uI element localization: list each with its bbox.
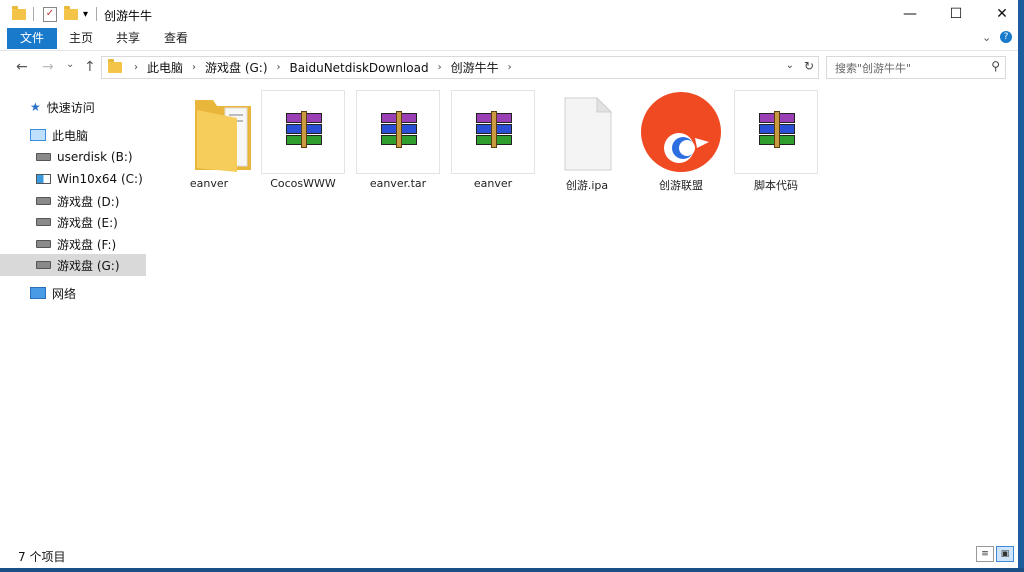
desktop-background	[0, 568, 1024, 572]
properties-icon[interactable]: ✓	[43, 6, 57, 22]
breadcrumb-baidunetdisk[interactable]: BaiduNetdiskDownload	[290, 61, 429, 75]
address-bar[interactable]: › 此电脑 › 游戏盘 (G:) › BaiduNetdiskDownload …	[101, 56, 819, 79]
address-row: ← → ⌄ ↑ › 此电脑 › 游戏盘 (G:) › BaiduNetdiskD…	[0, 51, 1018, 83]
sidebar-item-drive-g[interactable]: 游戏盘 (G:)	[0, 254, 146, 276]
file-name: 创游.ipa	[565, 179, 609, 192]
help-icon[interactable]: ?	[1000, 31, 1012, 43]
breadcrumb-separator: ›	[437, 62, 442, 73]
computer-icon	[30, 129, 46, 141]
sidebar-item-label: 游戏盘 (D:)	[57, 194, 120, 209]
file-item-archive[interactable]: eanver.tar	[355, 90, 441, 190]
search-icon[interactable]: ⚲	[991, 59, 1000, 73]
drive-icon	[36, 197, 51, 205]
star-icon: ★	[30, 100, 41, 114]
status-bar: 7 个项目 ≡ ▣	[0, 542, 1018, 568]
winrar-archive-icon	[286, 111, 322, 148]
recent-locations-icon[interactable]: ⌄	[66, 59, 74, 70]
breadcrumb: › 此电脑 › 游戏盘 (G:) › BaiduNetdiskDownload …	[108, 57, 521, 78]
file-name: CocosWWW	[270, 177, 336, 190]
up-arrow-icon[interactable]: ↑	[84, 59, 96, 75]
file-item-archive[interactable]: CocosWWW	[260, 90, 346, 190]
sidebar-item-label: userdisk (B:)	[57, 150, 133, 164]
app-folder-icon	[12, 5, 26, 22]
folder-icon	[195, 100, 251, 172]
large-icons-view-icon[interactable]: ▣	[996, 546, 1014, 562]
drive-icon	[36, 240, 51, 248]
ribbon-tabs: 文件 主页 共享 查看 ⌄ ?	[0, 28, 1018, 51]
explorer-window: ✓ ▾ 创游牛牛 — ☐ ✕ 文件 主页 共享 查看 ⌄ ? ← → ⌄ ↑ ›…	[0, 0, 1018, 568]
sidebar-item-drive-c[interactable]: Win10x64 (C:)	[0, 168, 146, 190]
winrar-archive-icon	[759, 111, 795, 148]
window-title: 创游牛牛	[104, 9, 153, 23]
breadcrumb-separator: ›	[276, 62, 281, 73]
close-button[interactable]: ✕	[979, 0, 1018, 28]
sidebar-item-quick-access[interactable]: ★ 快速访问	[0, 96, 146, 118]
file-name: 脚本代码	[754, 179, 798, 192]
sidebar-item-label: Win10x64 (C:)	[57, 172, 143, 186]
windows-drive-icon	[36, 174, 51, 184]
drive-icon	[36, 153, 51, 161]
maximize-button[interactable]: ☐	[933, 0, 979, 28]
file-item-archive[interactable]: 脚本代码	[733, 90, 819, 193]
file-name: eanver	[189, 177, 229, 190]
ribbon-expand-icon[interactable]: ⌄	[982, 31, 991, 44]
back-arrow-icon[interactable]: ←	[16, 59, 28, 75]
network-icon	[30, 287, 46, 299]
details-view-icon[interactable]: ≡	[976, 546, 994, 562]
sidebar-item-label: 网络	[52, 286, 77, 301]
tab-file[interactable]: 文件	[7, 28, 57, 49]
breadcrumb-separator: ›	[134, 62, 138, 73]
sidebar-item-label: 游戏盘 (E:)	[57, 215, 118, 230]
sidebar-item-label: 游戏盘 (F:)	[57, 237, 117, 252]
new-folder-icon[interactable]	[64, 5, 78, 22]
file-list: eanver CocosWWW eanver.tar eanver 创游.ipa…	[150, 86, 1018, 542]
item-count: 7 个项目	[18, 550, 66, 564]
sidebar-item-drive-d[interactable]: 游戏盘 (D:)	[0, 190, 146, 212]
file-item-archive[interactable]: eanver	[450, 90, 536, 190]
address-dropdown-icon[interactable]: ⌄	[786, 60, 794, 71]
address-folder-icon	[108, 59, 122, 73]
qa-separator	[33, 7, 34, 21]
sidebar-item-network[interactable]: 网络	[0, 282, 146, 304]
chuangyou-app-icon	[641, 92, 721, 172]
winrar-archive-icon	[476, 111, 512, 148]
drive-icon	[36, 218, 51, 226]
qa-customize-button[interactable]: ▾	[83, 6, 88, 22]
tab-share[interactable]: 共享	[116, 28, 140, 49]
sidebar-item-drive-f[interactable]: 游戏盘 (F:)	[0, 233, 146, 255]
file-item-ipa[interactable]: 创游.ipa	[544, 90, 630, 193]
refresh-icon[interactable]: ↻	[804, 59, 814, 73]
breadcrumb-current[interactable]: 创游牛牛	[451, 59, 499, 76]
minimize-button[interactable]: —	[887, 0, 933, 28]
file-name: eanver.tar	[369, 177, 427, 190]
blank-file-icon	[564, 96, 613, 171]
sidebar-item-drive-b[interactable]: userdisk (B:)	[0, 146, 146, 168]
sidebar-item-label: 此电脑	[52, 128, 89, 143]
file-name: eanver	[473, 177, 513, 190]
desktop-background	[1018, 0, 1024, 572]
breadcrumb-separator: ›	[192, 62, 197, 73]
winrar-archive-icon	[381, 111, 417, 148]
search-input[interactable]: 搜索"创游牛牛" ⚲	[826, 56, 1006, 79]
forward-arrow-icon[interactable]: →	[42, 59, 54, 75]
file-item-folder[interactable]: eanver	[166, 90, 252, 190]
breadcrumb-drive-g[interactable]: 游戏盘 (G:)	[205, 59, 268, 76]
navigation-pane: ★ 快速访问 此电脑 userdisk (B:) Win10x64 (C:) 游…	[0, 86, 146, 542]
tab-view[interactable]: 查看	[164, 28, 188, 49]
title-bar: ✓ ▾ 创游牛牛 — ☐ ✕	[0, 0, 1018, 28]
breadcrumb-separator: ›	[507, 62, 512, 73]
search-placeholder: 搜索"创游牛牛"	[835, 62, 912, 75]
file-name: 创游联盟	[659, 179, 703, 192]
drive-icon	[36, 261, 51, 269]
breadcrumb-this-pc[interactable]: 此电脑	[147, 59, 183, 76]
sidebar-item-label: 游戏盘 (G:)	[57, 258, 120, 273]
file-item-app[interactable]: 创游联盟	[638, 90, 724, 193]
sidebar-item-label: 快速访问	[46, 100, 95, 115]
tab-home[interactable]: 主页	[69, 28, 93, 49]
title-separator	[96, 7, 97, 21]
sidebar-item-this-pc[interactable]: 此电脑	[0, 124, 146, 146]
sidebar-item-drive-e[interactable]: 游戏盘 (E:)	[0, 211, 146, 233]
